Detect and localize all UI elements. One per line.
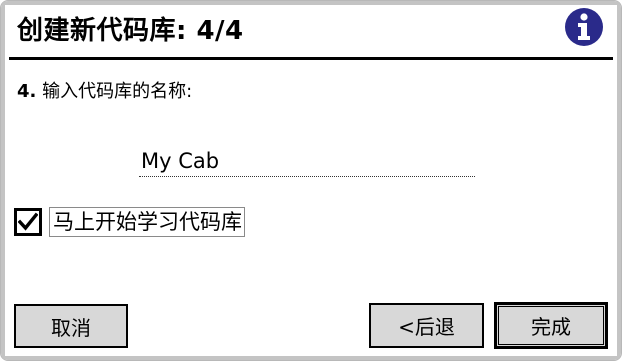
window-frame-right bbox=[617, 1, 621, 360]
prompt-text: 输入代码库的名称: bbox=[36, 81, 193, 102]
wizard-dialog: 创建新代码库: 4/4 4. 输入代码库的名称: 马上开始学习代码库 取消 <后… bbox=[0, 0, 622, 361]
window-frame-bottom bbox=[1, 356, 621, 360]
start-learning-label[interactable]: 马上开始学习代码库 bbox=[49, 207, 245, 237]
prompt-step-number: 4. bbox=[17, 81, 37, 102]
finish-button[interactable]: 完成 bbox=[494, 302, 608, 349]
name-prompt: 4. 输入代码库的名称: bbox=[17, 77, 192, 103]
checkmark-icon bbox=[18, 212, 38, 231]
cancel-button[interactable]: 取消 bbox=[14, 304, 128, 348]
title-divider bbox=[9, 57, 613, 60]
start-learning-checkbox[interactable] bbox=[14, 208, 42, 236]
cabinet-name-input[interactable] bbox=[139, 145, 475, 177]
info-icon[interactable] bbox=[564, 7, 604, 47]
back-button[interactable]: <后退 bbox=[369, 303, 484, 348]
window-frame-top bbox=[1, 1, 621, 5]
dialog-title: 创建新代码库: 4/4 bbox=[17, 16, 244, 46]
window-frame-left bbox=[1, 1, 5, 360]
